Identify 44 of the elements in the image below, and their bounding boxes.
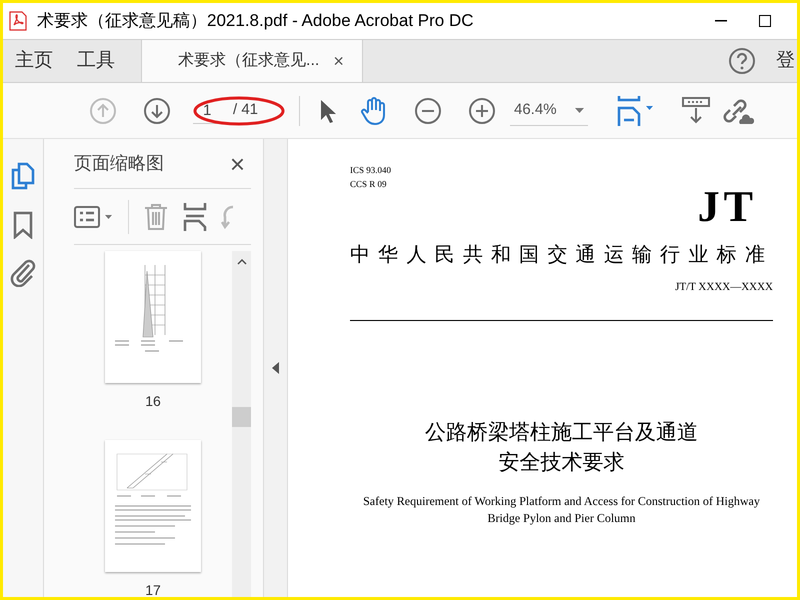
window-title: 术要求（征求意见稿）2021.8.pdf - Adobe Acrobat Pro DC bbox=[37, 10, 474, 32]
panel-title: 页面缩略图 bbox=[74, 152, 164, 175]
minimize-icon bbox=[715, 20, 727, 22]
english-title: Safety Requirement of Working Platform and Access for Construction of Highway Bridge Pylon and Pier Column bbox=[362, 492, 761, 526]
hand-icon[interactable] bbox=[360, 96, 388, 126]
caret-icon bbox=[575, 108, 584, 112]
scrollbar[interactable] bbox=[232, 251, 251, 597]
bookmark-icon[interactable] bbox=[13, 211, 33, 239]
document-tab[interactable]: 术要求（征求意见... × bbox=[141, 40, 363, 82]
options-menu-icon[interactable] bbox=[74, 204, 114, 228]
ccs-code: CCS R 09 bbox=[350, 178, 388, 191]
page-total-label: / 41 bbox=[233, 100, 258, 120]
page-number-field[interactable]: 1 bbox=[193, 98, 229, 124]
document-title: 安全技术要求 bbox=[498, 448, 624, 476]
help-icon[interactable] bbox=[728, 47, 756, 75]
zoom-out-icon[interactable] bbox=[414, 96, 442, 124]
zoom-in-icon[interactable] bbox=[468, 96, 496, 124]
app-logo-icon bbox=[7, 10, 29, 32]
page-number-label: 16 bbox=[145, 392, 161, 411]
standard-header: 中华人民共和国交通运输行业标准 bbox=[350, 241, 773, 268]
maximize-icon bbox=[759, 15, 771, 27]
keyboard-download-icon[interactable] bbox=[682, 96, 710, 126]
nav-tab[interactable]: 主页 bbox=[3, 40, 65, 82]
close-tab-icon[interactable]: × bbox=[333, 48, 344, 74]
page-thumbnail[interactable] bbox=[105, 251, 201, 383]
insert-page-icon[interactable] bbox=[183, 202, 207, 230]
next-page-icon[interactable] bbox=[143, 96, 171, 124]
page-fit-icon[interactable] bbox=[616, 96, 656, 126]
jt-logo: JT bbox=[698, 185, 757, 229]
scroll-thumb[interactable] bbox=[232, 407, 251, 427]
pages-icon[interactable] bbox=[10, 161, 36, 191]
document-title: 公路桥梁塔柱施工平台及通道 bbox=[425, 418, 698, 446]
page-number-label: 17 bbox=[145, 581, 161, 600]
collapse-panel-icon[interactable] bbox=[272, 362, 279, 374]
paperclip-icon[interactable] bbox=[10, 259, 36, 287]
close-panel-button[interactable]: × bbox=[230, 150, 245, 176]
sign-in-label[interactable]: 登 bbox=[776, 46, 795, 76]
pointer-icon[interactable] bbox=[318, 98, 338, 124]
zoom-dropdown[interactable]: 46.4% bbox=[510, 96, 588, 126]
page-thumbnail[interactable] bbox=[105, 440, 201, 572]
standard-code: JT/T XXXX—XXXX bbox=[675, 280, 773, 295]
scroll-up-icon[interactable] bbox=[236, 259, 246, 265]
ics-code: ICS 93.040 bbox=[350, 164, 392, 177]
nav-tab[interactable]: 工具 bbox=[65, 40, 127, 82]
